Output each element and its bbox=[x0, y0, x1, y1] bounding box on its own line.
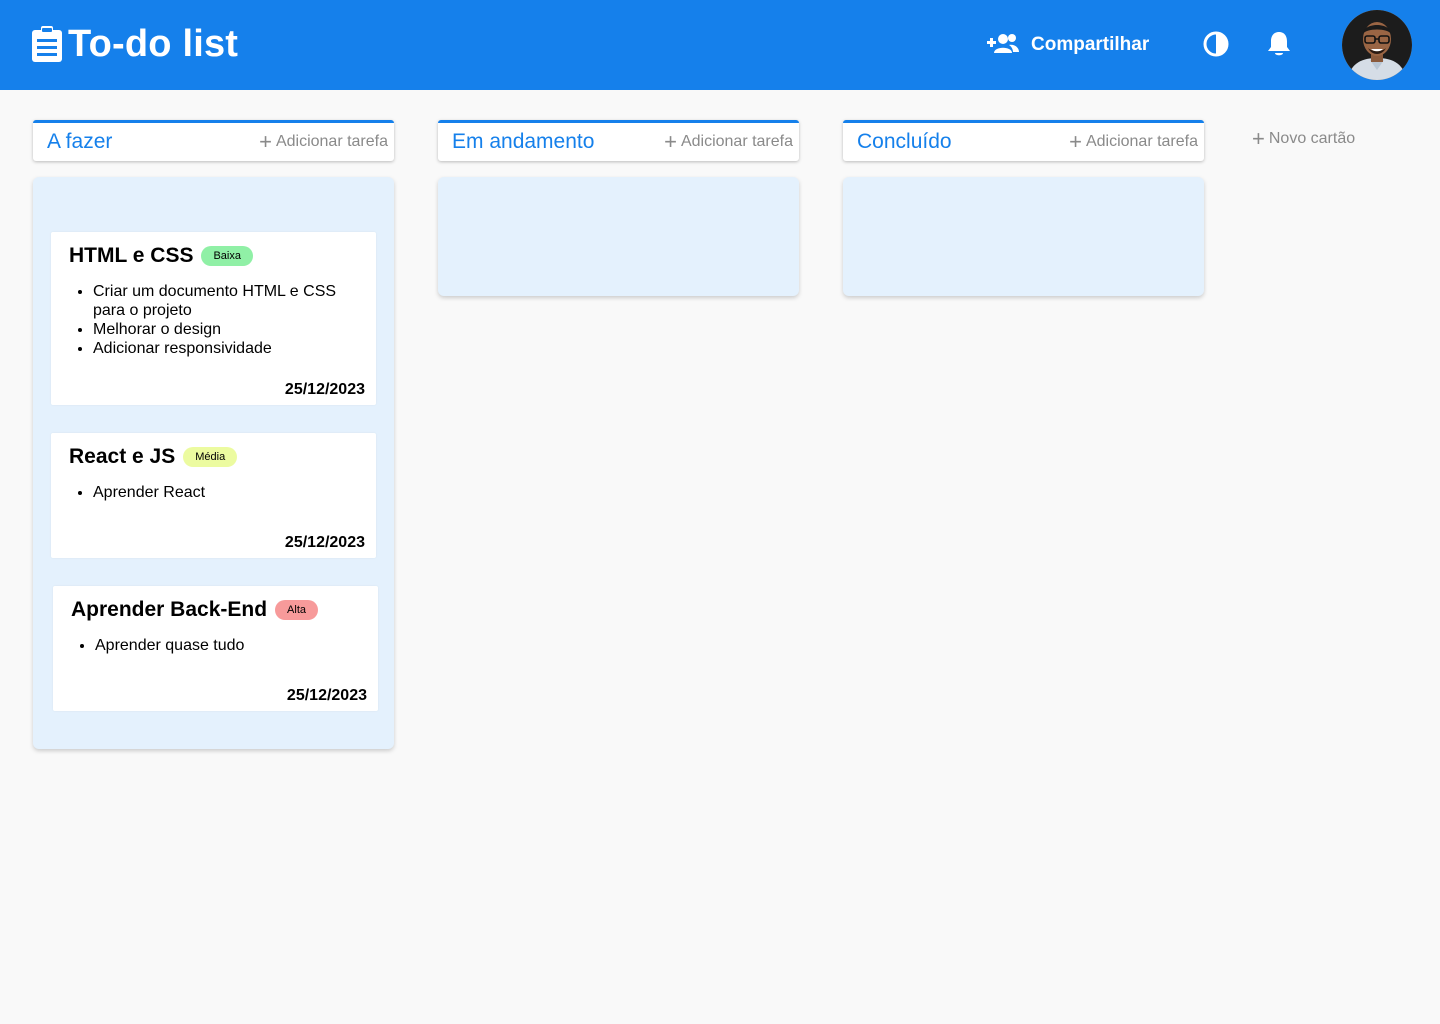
clipboard-icon bbox=[32, 26, 62, 62]
plus-icon: + bbox=[1252, 126, 1265, 151]
column-title[interactable]: Concluído bbox=[857, 130, 952, 154]
column-body-todo[interactable]: HTML e CSS Baixa Criar um documento HTML… bbox=[33, 177, 394, 749]
task-item: Aprender quase tudo bbox=[95, 636, 365, 655]
task-list: Aprender React bbox=[93, 483, 363, 502]
plus-icon: + bbox=[1069, 129, 1082, 154]
user-avatar[interactable] bbox=[1342, 10, 1412, 80]
due-date: 25/12/2023 bbox=[284, 381, 365, 398]
new-card-button[interactable]: + Novo cartão bbox=[1252, 126, 1356, 151]
task-card[interactable]: Aprender Back-End Alta Aprender quase tu… bbox=[53, 586, 378, 711]
plus-icon: + bbox=[259, 129, 272, 154]
theme-toggle-button[interactable] bbox=[1203, 31, 1229, 57]
add-task-button[interactable]: + Adicionar tarefa bbox=[259, 129, 388, 154]
notifications-button[interactable] bbox=[1266, 30, 1292, 58]
add-task-button[interactable]: + Adicionar tarefa bbox=[1069, 129, 1198, 154]
due-date: 25/12/2023 bbox=[284, 534, 365, 551]
share-label: Compartilhar bbox=[1031, 34, 1150, 55]
task-item: Adicionar responsividade bbox=[93, 339, 363, 358]
column-body-in-progress[interactable] bbox=[438, 177, 799, 296]
column-header-in-progress: Em andamento + Adicionar tarefa bbox=[438, 120, 799, 161]
due-date: 25/12/2023 bbox=[286, 687, 367, 704]
new-card-label: Novo cartão bbox=[1268, 130, 1356, 147]
task-list: Criar um documento HTML e CSS para o pro… bbox=[93, 282, 363, 358]
app-logo[interactable]: To-do list bbox=[32, 22, 238, 66]
column-title[interactable]: A fazer bbox=[47, 130, 112, 154]
app-title: To-do list bbox=[68, 22, 239, 65]
plus-icon: + bbox=[664, 129, 677, 154]
add-task-label: Adicionar tarefa bbox=[680, 133, 793, 150]
task-item: Melhorar o design bbox=[93, 320, 363, 339]
column-header-todo: A fazer + Adicionar tarefa bbox=[33, 120, 394, 161]
add-task-label: Adicionar tarefa bbox=[275, 133, 388, 150]
column-body-done[interactable] bbox=[843, 177, 1204, 296]
column-title[interactable]: Em andamento bbox=[452, 130, 594, 154]
contrast-icon bbox=[1203, 31, 1229, 61]
task-item: Aprender React bbox=[93, 483, 363, 502]
task-list: Aprender quase tudo bbox=[95, 636, 365, 655]
task-card[interactable]: HTML e CSS Baixa Criar um documento HTML… bbox=[51, 232, 376, 405]
card-title: React e JS bbox=[69, 445, 176, 468]
priority-badge: Alta bbox=[275, 600, 319, 620]
bell-icon bbox=[1266, 32, 1292, 62]
priority-badge: Média bbox=[183, 447, 238, 467]
task-card[interactable]: React e JS Média Aprender React 25/12/20… bbox=[51, 433, 376, 558]
add-task-label: Adicionar tarefa bbox=[1085, 133, 1198, 150]
column-header-done: Concluído + Adicionar tarefa bbox=[843, 120, 1204, 161]
task-item: Criar um documento HTML e CSS para o pro… bbox=[93, 282, 363, 320]
top-bar: To-do list Compartilhar bbox=[0, 0, 1440, 90]
share-button[interactable]: Compartilhar bbox=[987, 30, 1149, 60]
add-users-icon bbox=[987, 32, 1019, 59]
add-task-button[interactable]: + Adicionar tarefa bbox=[664, 129, 793, 154]
card-title: HTML e CSS bbox=[69, 244, 194, 267]
card-title: Aprender Back-End bbox=[71, 598, 268, 621]
priority-badge: Baixa bbox=[201, 246, 253, 266]
